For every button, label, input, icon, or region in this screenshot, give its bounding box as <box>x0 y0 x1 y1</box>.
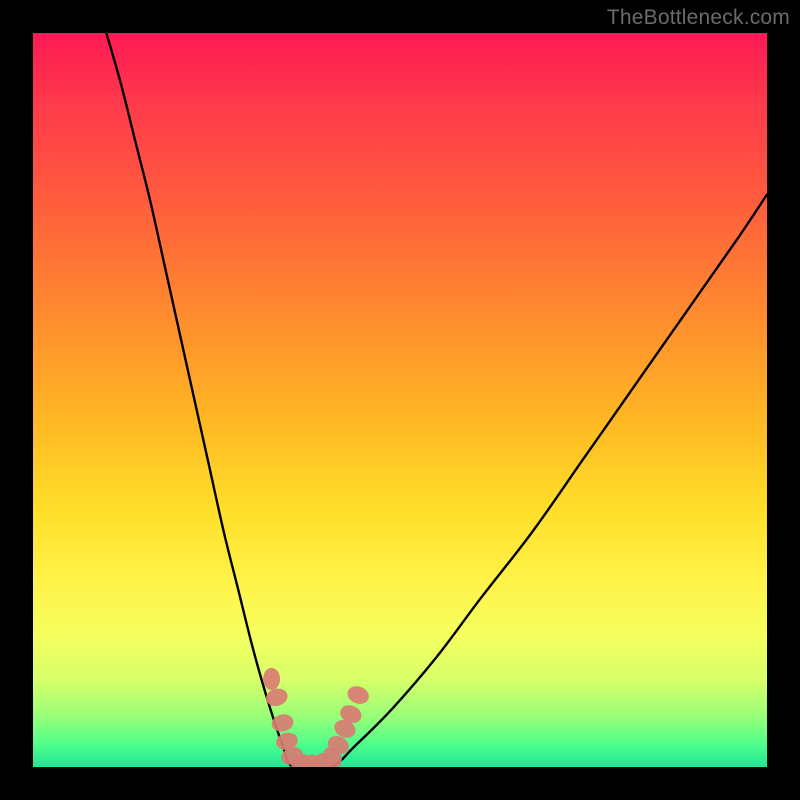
curve-layer <box>33 33 767 767</box>
bottleneck-curve <box>106 33 767 767</box>
bottleneck-curve-path <box>106 33 767 767</box>
marker-cluster <box>263 668 371 767</box>
plot-area <box>33 33 767 767</box>
chart-frame: TheBottleneck.com <box>0 0 800 800</box>
watermark-label: TheBottleneck.com <box>607 6 790 30</box>
marker-dot <box>263 668 280 690</box>
marker-dot <box>264 686 290 708</box>
marker-dot <box>345 683 372 707</box>
marker-dot <box>270 712 295 733</box>
